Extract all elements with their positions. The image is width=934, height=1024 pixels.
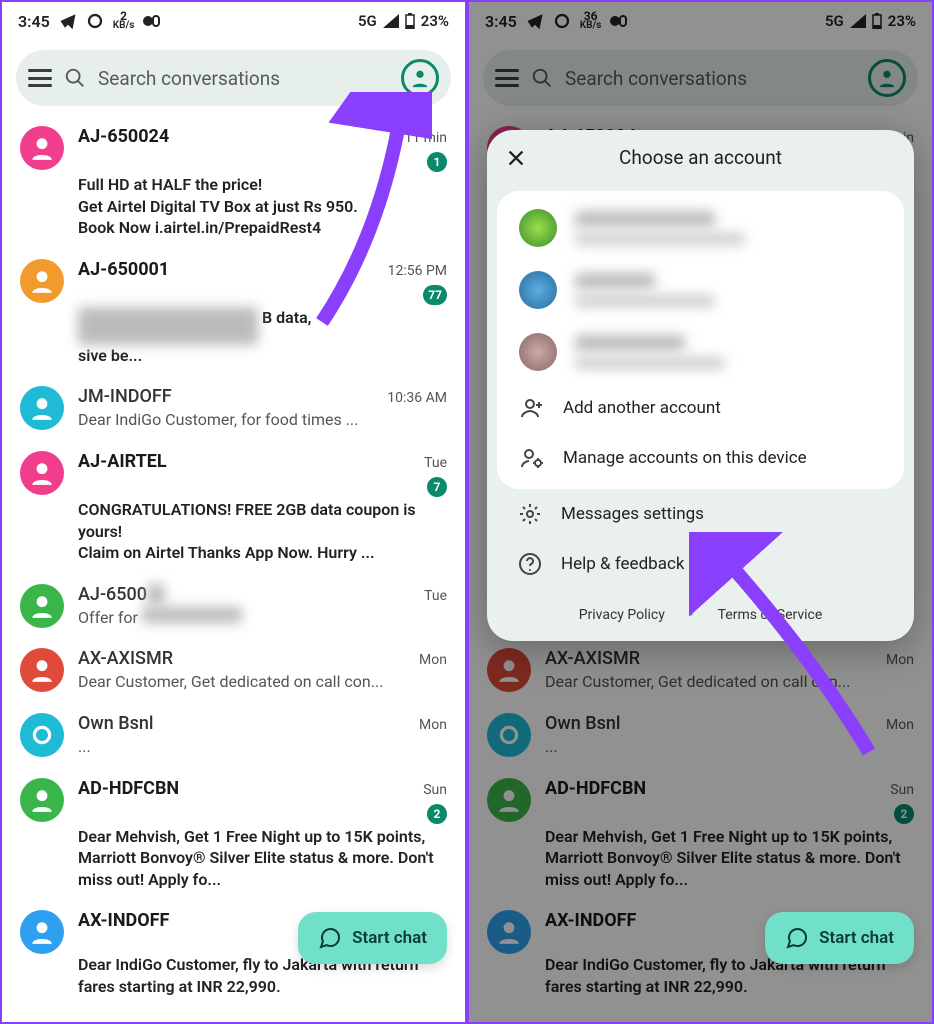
net-rate: 2KB/s	[113, 11, 135, 31]
account-chooser-sheet: Choose an account Add another account M	[487, 130, 914, 641]
account-row[interactable]	[505, 259, 896, 321]
account-row[interactable]	[505, 321, 896, 383]
contact-name: AX-AXISMR	[78, 648, 173, 669]
fab-label: Start chat	[352, 928, 427, 948]
pill-icon	[143, 14, 161, 28]
person-gear-icon	[519, 445, 545, 471]
contact-avatar	[20, 126, 64, 170]
message-preview: Dear Mehvish, Get 1 Free Night up to 15K…	[78, 826, 447, 891]
conversation-row[interactable]: AJ-6500xx Tue Offer for	[2, 574, 465, 639]
unread-badge: 77	[423, 285, 447, 305]
contact-avatar	[20, 910, 64, 954]
unread-badge: 2	[427, 804, 447, 824]
account-avatar	[519, 271, 557, 309]
add-account-label: Add another account	[563, 398, 721, 418]
account-avatar-button[interactable]	[401, 59, 439, 97]
contact-name: Own Bsnl	[78, 713, 154, 734]
conversation-row[interactable]: Own Bsnl Mon ...	[2, 703, 465, 768]
search-bar[interactable]: Search conversations	[16, 50, 451, 106]
menu-icon[interactable]	[28, 69, 52, 87]
conversation-row[interactable]: JM-INDOFF 10:36 AM Dear IndiGo Customer,…	[2, 376, 465, 441]
message-preview: ...	[78, 736, 447, 758]
account-row[interactable]	[505, 197, 896, 259]
unread-badge: 7	[427, 477, 447, 497]
add-account-row[interactable]: Add another account	[505, 383, 896, 433]
message-preview: Dear Customer, Get dedicated on call con…	[78, 671, 447, 693]
contact-name: AX-INDOFF	[78, 910, 169, 931]
phone-left: 3:45 2KB/s 5G 23% Search conversations A…	[0, 0, 467, 1024]
conversation-row[interactable]: AJ-AIRTEL Tue 7 CONGRATULATIONS! FREE 2G…	[2, 441, 465, 574]
sheet-title: Choose an account	[505, 146, 896, 169]
contact-avatar	[20, 584, 64, 628]
person-add-icon	[519, 395, 545, 421]
accounts-card: Add another account Manage accounts on t…	[497, 191, 904, 489]
contact-avatar	[20, 451, 64, 495]
contact-avatar	[20, 713, 64, 757]
message-time: Mon	[419, 652, 447, 668]
contact-name: AJ-6500xx	[78, 584, 165, 605]
message-time: Tue	[424, 455, 447, 471]
messages-settings-row[interactable]: Messages settings	[487, 489, 914, 539]
chat-icon	[318, 926, 342, 950]
help-feedback-label: Help & feedback	[561, 554, 684, 574]
signal-icon	[383, 14, 399, 28]
conversation-row[interactable]: AX-AXISMR Mon Dear Customer, Get dedicat…	[2, 638, 465, 703]
contact-name: JM-INDOFF	[78, 386, 172, 407]
contact-name: AJ-650024	[78, 126, 169, 147]
conversation-list: AJ-650024 11 min 1 Full HD at HALF the p…	[2, 112, 465, 1012]
contact-name: AJ-650001	[78, 259, 169, 280]
chat-icon	[785, 926, 809, 950]
contact-name: AD-HDFCBN	[78, 778, 179, 799]
contact-avatar	[20, 386, 64, 430]
search-icon	[64, 67, 86, 89]
help-icon	[517, 551, 543, 577]
message-time: Tue	[424, 588, 447, 604]
message-preview: CONGRATULATIONS! FREE 2GB data coupon is…	[78, 499, 447, 564]
battery-icon	[405, 13, 415, 29]
circle-icon	[86, 12, 104, 30]
gear-icon	[517, 501, 543, 527]
status-time: 3:45	[18, 12, 50, 31]
signal-type: 5G	[358, 12, 377, 30]
message-preview: Full HD at HALF the price!Get Airtel Dig…	[78, 174, 447, 239]
manage-accounts-label: Manage accounts on this device	[563, 448, 807, 468]
terms-link[interactable]: Terms of Service	[718, 607, 823, 623]
sheet-footer: Privacy Policy • Terms of Service	[487, 589, 914, 641]
battery-pct: 23%	[421, 12, 449, 30]
message-preview: Offer for	[78, 607, 447, 629]
start-chat-fab[interactable]: Start chat	[765, 912, 914, 964]
privacy-link[interactable]: Privacy Policy	[579, 607, 665, 623]
conversation-row[interactable]: AD-HDFCBN Sun 2 Dear Mehvish, Get 1 Free…	[2, 768, 465, 901]
telegram-icon	[59, 12, 77, 30]
contact-avatar	[20, 259, 64, 303]
search-input[interactable]: Search conversations	[98, 67, 389, 90]
account-avatar	[519, 209, 557, 247]
contact-name: AJ-AIRTEL	[78, 451, 167, 472]
status-bar: 3:45 2KB/s 5G 23%	[2, 2, 465, 40]
message-time: Sun	[423, 782, 447, 798]
start-chat-fab[interactable]: Start chat	[298, 912, 447, 964]
message-time: 12:56 PM	[388, 263, 447, 279]
fab-label: Start chat	[819, 928, 894, 948]
phone-right: 3:45 36KB/s 5G 23% Search conversations …	[467, 0, 934, 1024]
contact-avatar	[20, 778, 64, 822]
conversation-row[interactable]: AJ-650024 11 min 1 Full HD at HALF the p…	[2, 116, 465, 249]
message-preview: B data, sive be...	[78, 307, 447, 367]
messages-settings-label: Messages settings	[561, 504, 704, 524]
account-avatar	[519, 333, 557, 371]
contact-avatar	[20, 648, 64, 692]
message-time: Mon	[419, 717, 447, 733]
manage-accounts-row[interactable]: Manage accounts on this device	[505, 433, 896, 483]
conversation-row[interactable]: AJ-650001 12:56 PM 77 B data, sive be...	[2, 249, 465, 377]
help-feedback-row[interactable]: Help & feedback	[487, 539, 914, 589]
message-preview: Dear IndiGo Customer, for food times ...	[78, 409, 447, 431]
message-time: 10:36 AM	[387, 390, 447, 406]
unread-badge: 1	[427, 152, 447, 172]
message-time: 11 min	[404, 130, 447, 146]
